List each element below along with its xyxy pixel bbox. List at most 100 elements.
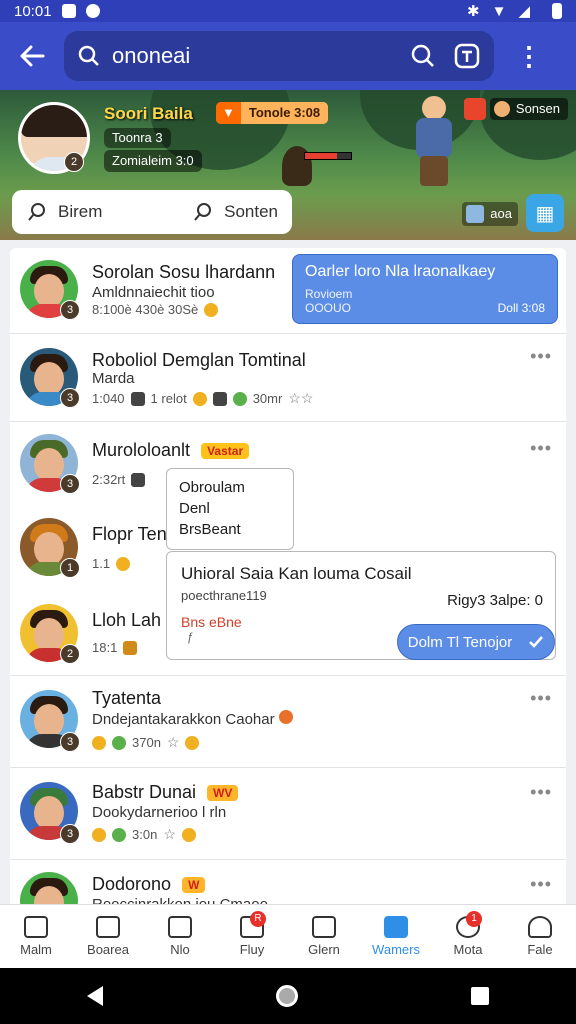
tab-wamers[interactable]: Wamers bbox=[360, 905, 432, 968]
menu-item[interactable]: Obroulam bbox=[179, 477, 281, 498]
list-item[interactable]: 3 Tyatenta Dndejantakarakkon Caohar 370n… bbox=[10, 676, 566, 768]
more-horizontal-icon[interactable]: ••• bbox=[530, 874, 552, 895]
tab-label: Fale bbox=[527, 942, 553, 957]
trophy-icon bbox=[181, 827, 196, 842]
system-home-button[interactable] bbox=[275, 985, 298, 1007]
tab-home[interactable]: Malm bbox=[0, 905, 72, 968]
menu-item[interactable]: Denl bbox=[179, 498, 281, 519]
scan-icon[interactable] bbox=[454, 43, 480, 69]
tab-label: Fluy bbox=[239, 942, 265, 957]
level-badge: 2 bbox=[64, 152, 84, 172]
row-title: Flopr Ten bbox=[92, 524, 167, 544]
row-meta-text: 2:32rt bbox=[92, 472, 126, 487]
row-meta-text: 1:040 bbox=[92, 391, 125, 406]
notification-icon bbox=[61, 4, 76, 18]
popup-glyph: ƒ bbox=[187, 630, 194, 644]
row-meta-text: 3:0n bbox=[132, 827, 158, 842]
level-badge: 2 bbox=[60, 644, 80, 664]
level-badge: 3 bbox=[60, 388, 80, 408]
list-item[interactable]: 3 Babstr Dunai WV Dookydarnerioo l rln 3… bbox=[10, 768, 566, 860]
system-back-button[interactable] bbox=[86, 986, 103, 1006]
search-input[interactable]: ononeai bbox=[64, 31, 494, 81]
confirm-button-label: Dolm Tl Tenojor bbox=[407, 633, 513, 651]
more-horizontal-icon[interactable]: ••• bbox=[530, 438, 552, 459]
app-bar: ononeai ⋮ bbox=[0, 22, 576, 90]
sonten-search[interactable]: Sonten bbox=[192, 201, 278, 223]
tab-mota[interactable]: Mota 1 bbox=[432, 905, 504, 968]
avatar bbox=[20, 872, 78, 908]
corner-badge[interactable]: Sonsen bbox=[463, 98, 568, 120]
chest-icon bbox=[123, 640, 138, 655]
popup-warning: Bns eBne bbox=[181, 614, 242, 630]
timer-value: Tonole 3:08 bbox=[240, 102, 329, 124]
row-title: Sorolan Sosu lhardann bbox=[92, 262, 276, 282]
tab-profile[interactable]: Fale bbox=[504, 905, 576, 968]
coin-icon bbox=[204, 302, 219, 317]
heart-icon bbox=[278, 710, 293, 724]
inventory-button[interactable]: ▦ bbox=[526, 194, 564, 232]
system-recents-button[interactable] bbox=[471, 987, 490, 1005]
level-badge: 3 bbox=[60, 732, 80, 752]
more-horizontal-icon[interactable]: ••• bbox=[530, 688, 552, 709]
inventory-icon: ▦ bbox=[535, 202, 555, 225]
popup-title: Uhioral Saia Kan louma Cosail bbox=[181, 564, 412, 583]
list-item[interactable]: 3 Sorolan Sosu lhardann Amldnnaiechit ti… bbox=[10, 248, 566, 334]
invite-card-time: Doll 3:08 bbox=[497, 301, 545, 315]
row-meta: 18:1 bbox=[92, 640, 138, 655]
row-subtitle: Marda bbox=[92, 370, 135, 387]
invite-card[interactable]: Oarler loro Nla lraonalkaey Rovioem OOOU… bbox=[292, 254, 558, 324]
signal-icon: ◢ bbox=[518, 3, 530, 20]
share-icon bbox=[384, 916, 408, 938]
confirm-button[interactable]: Dolm Tl Tenojor bbox=[397, 624, 555, 660]
more-horizontal-icon[interactable]: ••• bbox=[530, 782, 552, 803]
row-meta: 370n ☆ bbox=[92, 734, 200, 751]
search-icon bbox=[78, 45, 99, 66]
arrow-left-icon bbox=[20, 45, 45, 67]
more-horizontal-icon[interactable]: ••• bbox=[530, 346, 552, 367]
game-icon bbox=[312, 916, 336, 938]
row-meta-text: 370n bbox=[132, 735, 161, 750]
coin-icon bbox=[92, 827, 106, 842]
list-item[interactable]: 3 Roboliol Demglan Tomtinal Marda 1:040 … bbox=[10, 334, 566, 422]
home-icon bbox=[24, 916, 48, 938]
timer-tag: ▼ Tonole 3:08 bbox=[216, 102, 329, 124]
list-item[interactable]: Dodorono W Rooccinrakkon iou Cmaoo ••• bbox=[10, 860, 566, 908]
invite-card-title: Oarler loro Nla lraonalkaey bbox=[305, 263, 496, 280]
board-icon bbox=[96, 916, 120, 938]
tab-nlo[interactable]: Nlo bbox=[144, 905, 216, 968]
row-title: Tyatenta bbox=[92, 688, 162, 708]
tab-glern[interactable]: Glern bbox=[288, 905, 360, 968]
more-options-button[interactable]: ⋮ bbox=[494, 22, 564, 90]
invite-card-line: Rovioem bbox=[305, 287, 353, 301]
star-icon[interactable]: ☆ bbox=[167, 734, 180, 751]
chat-icon bbox=[85, 4, 100, 18]
status-time: 10:01 bbox=[14, 2, 52, 20]
row-title-text: Murololoanlt bbox=[92, 440, 191, 460]
banner-search-bar[interactable]: Birem Sonten bbox=[12, 190, 292, 234]
star-icon[interactable]: ☆☆ bbox=[288, 390, 313, 407]
tab-board[interactable]: Boarea bbox=[72, 905, 144, 968]
battery-icon bbox=[552, 3, 562, 19]
row-meta-text: 18:1 bbox=[92, 640, 118, 655]
tab-fluy[interactable]: Fluy R bbox=[216, 905, 288, 968]
search-left-label: Birem bbox=[58, 202, 103, 221]
coin-icon bbox=[116, 556, 131, 571]
menu-item[interactable]: BrsBeant bbox=[179, 519, 281, 540]
tab-label: Boarea bbox=[87, 942, 129, 957]
check-icon bbox=[529, 636, 544, 648]
status-bar: 10:01 ✱ ▼ ◢ bbox=[0, 0, 576, 22]
row-subtitle: Dookydarnerioo l rln bbox=[92, 804, 227, 821]
context-menu[interactable]: Obroulam Denl BrsBeant bbox=[166, 468, 294, 550]
box-icon bbox=[212, 391, 227, 406]
popup-stat: Rigy3 3alpe: 0 bbox=[447, 592, 543, 609]
back-button[interactable] bbox=[0, 22, 64, 90]
detail-popup[interactable]: Uhioral Saia Kan louma Cosail poecthrane… bbox=[166, 551, 556, 660]
search-submit-icon[interactable] bbox=[410, 43, 436, 69]
star-icon[interactable]: ☆ bbox=[163, 826, 176, 843]
rank-badge: W bbox=[182, 877, 206, 894]
row-meta: 1.1 bbox=[92, 556, 131, 571]
tab-label: Glern bbox=[308, 942, 340, 957]
row-meta: 8:100è 430è 30Sè bbox=[92, 302, 219, 317]
birem-search[interactable]: Birem bbox=[26, 201, 102, 223]
gem-icon bbox=[112, 827, 126, 842]
